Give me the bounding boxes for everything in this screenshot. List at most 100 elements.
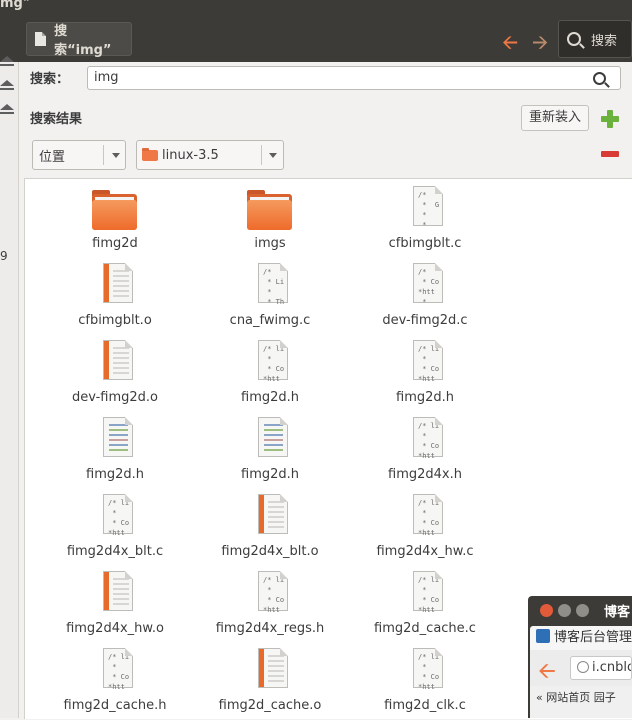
search-icon[interactable]	[593, 72, 606, 85]
file-preview-text: /* li * * Co *htt	[418, 653, 440, 691]
file-item[interactable]: fimg2d	[50, 186, 180, 258]
chevron-down-icon	[269, 153, 277, 158]
text-file-icon: /* li * * Co *htt	[407, 648, 443, 691]
file-preview-text: /* li * * Co *htt	[418, 345, 440, 383]
text-file-icon: /* * Li * * Th	[252, 263, 288, 306]
text-file-icon: /* li * * Co *htt	[407, 417, 443, 460]
eject-icon[interactable]	[0, 80, 14, 90]
forward-arrow-icon[interactable]: 🡪	[532, 28, 548, 62]
file-name: fimg2d.h	[241, 467, 299, 482]
search-tab-label: 搜索“img”	[54, 24, 112, 58]
file-preview-text: /* li * * Co *htt	[108, 653, 130, 691]
file-name: fimg2d.h	[396, 390, 454, 405]
text-file-icon: /* li * * Co *htt	[97, 648, 133, 691]
text-file-icon: /* li * * Co *htt	[252, 571, 288, 614]
close-icon[interactable]	[540, 604, 553, 617]
file-name: fimg2d_clk.c	[384, 698, 466, 713]
file-name: fimg2d.h	[86, 467, 144, 482]
eject-icon[interactable]	[0, 56, 14, 66]
file-item[interactable]: fimg2d4x_blt.o	[205, 494, 335, 566]
search-toggle-button[interactable]: 搜索	[558, 20, 632, 58]
file-name: fimg2d_cache.c	[374, 621, 476, 636]
search-input-value: img	[94, 70, 119, 85]
file-preview-text: /* * Co *htt *	[418, 268, 440, 306]
eject-icon[interactable]	[0, 104, 14, 114]
file-name: fimg2d4x_regs.h	[215, 621, 325, 636]
search-tab[interactable]: 搜索“img”	[26, 22, 132, 58]
file-name: dev-fimg2d.c	[382, 313, 468, 328]
text-file-icon	[97, 417, 133, 459]
file-item[interactable]: /* * G * * cfbimgblt.c	[360, 186, 490, 258]
file-preview-text: /* li * * Co *htt	[418, 499, 440, 537]
criteria-select[interactable]: 位置	[32, 140, 126, 170]
maximize-icon[interactable]	[576, 604, 589, 617]
toolbar: 搜索“img” 🡨 🡪 搜索	[0, 18, 632, 62]
file-item[interactable]: /* li * * Co *htt fimg2d_cache.c	[360, 571, 490, 643]
file-item[interactable]: /* li * * Co *htt fimg2d.h	[360, 340, 490, 412]
file-preview-text: /* li * * Co *htt	[418, 576, 440, 614]
folder-icon	[247, 190, 292, 232]
file-name: fimg2d_cache.o	[218, 698, 322, 713]
location-select[interactable]: linux-3.5	[136, 140, 284, 170]
window-title: mg"	[0, 0, 30, 11]
file-item[interactable]: fimg2d.h	[50, 417, 180, 489]
file-item[interactable]: /* li * * Co *htt fimg2d_clk.c	[360, 648, 490, 720]
file-preview-text: /* * G * *	[418, 191, 440, 229]
browser-nav: 🡨 i.cnblogs	[530, 650, 632, 686]
file-item[interactable]: imgs	[205, 186, 335, 258]
search-icon	[567, 32, 581, 46]
object-file-icon	[97, 571, 133, 613]
file-item[interactable]: /* li * * Co *htt fimg2d4x_blt.c	[50, 494, 180, 566]
object-file-icon	[252, 494, 288, 536]
results-title: 搜索结果	[30, 112, 83, 127]
address-bar[interactable]: i.cnblogs	[570, 656, 632, 680]
browser-icon	[536, 629, 550, 643]
search-input[interactable]: img	[87, 66, 621, 90]
file-name: fimg2d	[92, 236, 138, 251]
file-preview-text: /* li * * Co *htt	[263, 576, 285, 614]
file-name: fimg2d4x_blt.c	[66, 544, 164, 559]
globe-icon	[577, 661, 589, 673]
file-name: cna_fwimg.c	[229, 313, 311, 328]
file-name: fimg2d4x_hw.o	[66, 621, 164, 636]
browser-tab[interactable]: 博客后台管理	[530, 626, 632, 650]
file-item[interactable]: /* li * * Co *htt fimg2d.h	[205, 340, 335, 412]
browser-title: 博客	[604, 605, 631, 620]
object-file-icon	[97, 263, 133, 305]
reload-button[interactable]: 重新装入	[521, 105, 589, 131]
file-item[interactable]: dev-fimg2d.o	[50, 340, 180, 412]
file-item[interactable]: fimg2d_cache.o	[205, 648, 335, 720]
object-file-icon	[97, 340, 133, 382]
file-item[interactable]: /* li * * Co *htt fimg2d4x_hw.c	[360, 494, 490, 566]
file-item[interactable]: /* * Li * * Th cna_fwimg.c	[205, 263, 335, 335]
chevron-down-icon	[112, 153, 120, 158]
file-preview-text: /* li * * Co *htt	[418, 422, 440, 460]
file-name: cfbimgblt.c	[388, 236, 462, 251]
text-file-icon: /* * G * *	[407, 186, 443, 229]
file-name: imgs	[254, 236, 286, 251]
bookmarks-label[interactable]: « 网站首页 园子	[536, 691, 616, 704]
file-name: fimg2d4x_blt.o	[221, 544, 319, 559]
file-item[interactable]: fimg2d4x_hw.o	[50, 571, 180, 643]
add-icon[interactable]	[601, 110, 619, 128]
browser-tab-label: 博客后台管理	[554, 630, 632, 645]
file-preview-text: /* li * * Co *htt	[108, 499, 130, 537]
file-item[interactable]: /* * Co *htt * dev-fimg2d.c	[360, 263, 490, 335]
file-preview-text: /* * Li * * Th	[263, 268, 285, 306]
sidebar-number: 9	[0, 249, 8, 263]
location-select-value: linux-3.5	[162, 147, 219, 163]
object-file-icon	[252, 648, 288, 690]
file-item[interactable]: /* li * * Co *htt fimg2d_cache.h	[50, 648, 180, 720]
text-file-icon: /* * Co *htt *	[407, 263, 443, 306]
minimize-icon[interactable]	[558, 604, 571, 617]
file-item[interactable]: cfbimgblt.o	[50, 263, 180, 335]
search-button-label: 搜索	[591, 33, 618, 49]
text-file-icon: /* li * * Co *htt	[97, 494, 133, 537]
file-item[interactable]: /* li * * Co *htt fimg2d4x.h	[360, 417, 490, 489]
remove-icon[interactable]	[601, 151, 619, 157]
file-name: cfbimgblt.o	[78, 313, 152, 328]
file-name: fimg2d.h	[241, 390, 299, 405]
back-arrow-icon[interactable]: 🡨	[502, 28, 518, 62]
file-item[interactable]: /* li * * Co *htt fimg2d4x_regs.h	[205, 571, 335, 643]
file-item[interactable]: fimg2d.h	[205, 417, 335, 489]
